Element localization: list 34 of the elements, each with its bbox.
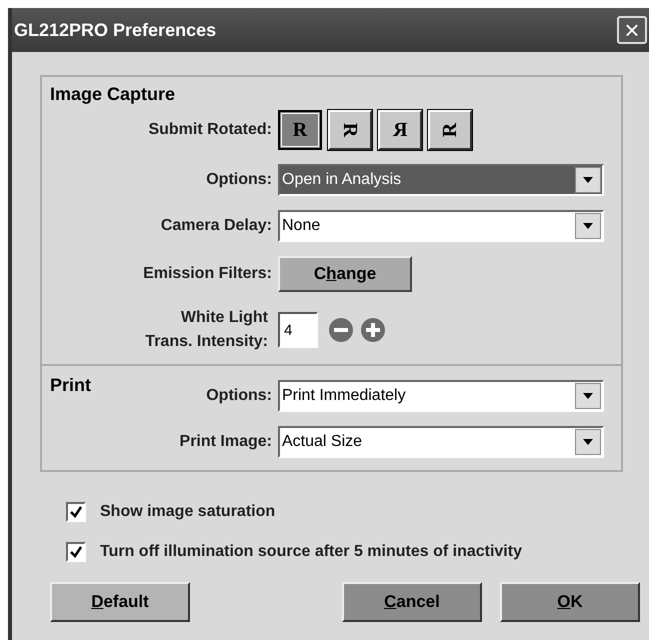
section-heading: Image Capture — [49, 83, 176, 106]
number-field[interactable]: 4 — [278, 312, 318, 348]
field-label: Options: — [206, 170, 272, 190]
dropdown[interactable]: Actual Size — [278, 426, 604, 458]
field-label: Submit Rotated: — [148, 120, 272, 140]
rotate-button[interactable]: R — [328, 110, 372, 150]
dialog-button[interactable]: Cancel — [342, 582, 482, 622]
rotate-button[interactable]: R — [378, 110, 422, 150]
dropdown-arrow-icon — [583, 393, 593, 399]
checkbox[interactable] — [66, 502, 86, 522]
plus-icon[interactable] — [360, 317, 386, 343]
field-label: Print Image: — [180, 432, 272, 452]
dropdown[interactable]: Open in Analysis — [278, 164, 604, 196]
dialog-button[interactable]: Default — [50, 582, 190, 622]
window-title: GL212PRO Preferences — [14, 18, 216, 42]
dropdown[interactable]: Print Immediately — [278, 380, 604, 412]
checkbox-label: Show image saturation — [100, 502, 276, 522]
dropdown[interactable]: None — [278, 210, 604, 242]
dropdown-arrow-icon — [583, 177, 593, 183]
field-label: White Light Trans. Intensity: — [145, 308, 268, 352]
minus-icon[interactable] — [328, 317, 354, 343]
change-button[interactable]: Change — [278, 256, 412, 292]
rotate-button[interactable]: R — [428, 110, 472, 150]
section-heading: Print — [50, 374, 92, 397]
field-label: Options: — [206, 386, 272, 406]
field-label: Emission Filters: — [143, 264, 272, 284]
dropdown-arrow-icon — [583, 223, 593, 229]
rotate-button[interactable]: R — [278, 110, 322, 150]
checkbox[interactable] — [66, 542, 86, 562]
dropdown-arrow-icon — [583, 439, 593, 445]
field-label: Camera Delay: — [160, 216, 272, 236]
close-button[interactable]: × — [617, 16, 647, 44]
dialog-button[interactable]: OK — [500, 582, 640, 622]
checkbox-label: Turn off illumination source after 5 minutes of inactivity — [100, 542, 522, 562]
